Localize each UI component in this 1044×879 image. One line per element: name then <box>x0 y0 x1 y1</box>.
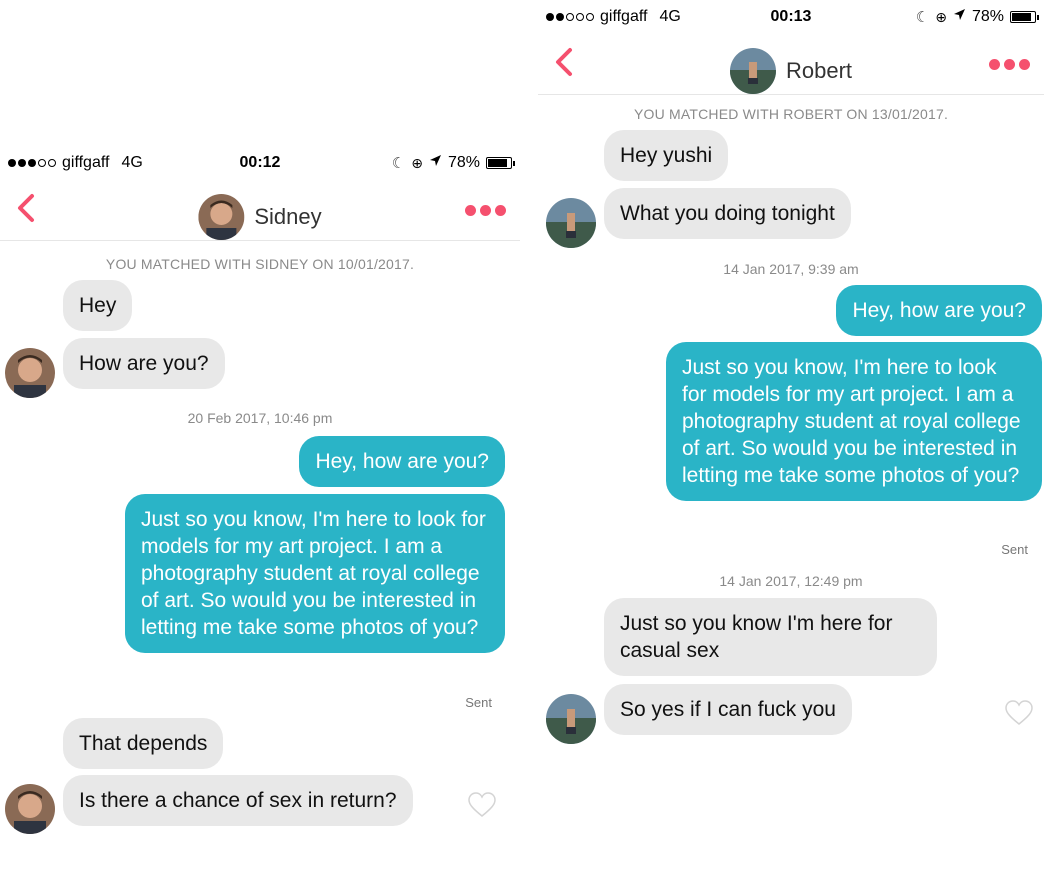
orientation-lock-icon: ⊕ <box>411 154 423 171</box>
match-name: Robert <box>785 58 853 83</box>
message-bubble[interactable]: How are you? <box>63 338 225 389</box>
orientation-lock-icon: ⊕ <box>935 8 947 25</box>
like-message-heart-icon[interactable] <box>468 792 496 818</box>
match-profile-link[interactable]: Robert <box>729 48 853 94</box>
match-name: Sidney <box>254 204 322 229</box>
message-bubble[interactable]: That depends <box>63 718 224 769</box>
message-bubble[interactable]: Hey yushi <box>604 130 729 181</box>
avatar[interactable] <box>5 784 55 834</box>
moon-icon: ☾ <box>391 155 406 172</box>
avatar[interactable] <box>546 694 596 744</box>
message-bubble[interactable]: Hey, how are you? <box>299 436 505 487</box>
avatar <box>198 194 245 240</box>
chat-screen-sidney: giffgaff 4G 00:12 ☾ ⊕ 78% Sidney YOU MAT… <box>0 142 520 879</box>
message-bubble[interactable]: Hey, how are you? <box>836 285 1042 336</box>
location-arrow-icon <box>429 154 442 172</box>
delivery-status: Sent <box>465 695 492 710</box>
message-bubble[interactable]: Hey <box>63 280 133 331</box>
message-bubble[interactable]: What you doing tonight <box>604 188 851 239</box>
delivery-status: Sent <box>1001 542 1028 557</box>
chat-screen-robert: giffgaff 4G 00:13 ☾ ⊕ 78% Robert YOU MAT… <box>538 0 1044 879</box>
match-note: YOU MATCHED WITH SIDNEY ON 10/01/2017. <box>105 256 415 272</box>
status-bar: giffgaff 4G 00:13 ☾ ⊕ 78% <box>538 2 1044 32</box>
message-bubble[interactable]: Is there a chance of sex in return? <box>63 775 413 826</box>
message-timestamp: 14 Jan 2017, 9:39 am <box>723 261 859 277</box>
message-bubble[interactable]: Just so you know, I'm here to look for m… <box>125 494 505 653</box>
message-bubble[interactable]: Just so you know I'm here for casual sex <box>604 598 937 676</box>
message-timestamp: 14 Jan 2017, 12:49 pm <box>719 573 863 589</box>
battery-icon <box>486 157 515 169</box>
battery-percent: 78% <box>447 154 480 171</box>
match-profile-link[interactable]: Sidney <box>198 194 322 240</box>
like-message-heart-icon[interactable] <box>1005 700 1033 726</box>
message-timestamp: 20 Feb 2017, 10:46 pm <box>187 410 333 426</box>
chat-header: Sidney <box>0 180 520 241</box>
more-options-button[interactable] <box>989 59 1030 70</box>
back-button[interactable] <box>548 42 578 82</box>
chevron-left-icon <box>556 48 572 76</box>
message-bubble[interactable]: So yes if I can fuck you <box>604 684 852 735</box>
avatar[interactable] <box>546 198 596 248</box>
back-button[interactable] <box>10 188 40 228</box>
location-arrow-icon <box>953 8 966 26</box>
chat-header: Robert <box>538 34 1044 95</box>
status-bar: giffgaff 4G 00:12 ☾ ⊕ 78% <box>0 148 520 178</box>
avatar <box>729 48 776 94</box>
match-note: YOU MATCHED WITH ROBERT ON 13/01/2017. <box>633 106 949 122</box>
battery-icon <box>1010 11 1039 23</box>
message-bubble[interactable]: Just so you know, I'm here to look for m… <box>666 342 1042 501</box>
more-options-button[interactable] <box>465 205 506 216</box>
avatar[interactable] <box>5 348 55 398</box>
chevron-left-icon <box>18 194 34 222</box>
battery-percent: 78% <box>971 8 1004 25</box>
moon-icon: ☾ <box>915 9 930 26</box>
